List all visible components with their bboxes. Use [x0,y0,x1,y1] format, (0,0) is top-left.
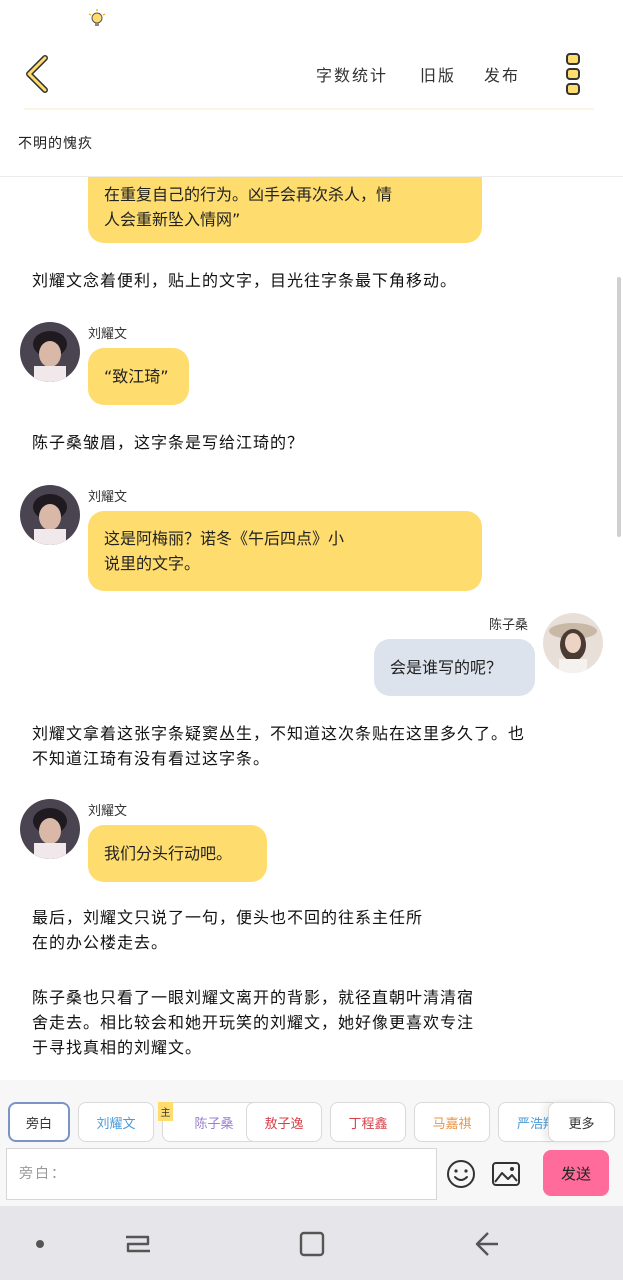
story-title: 不明的愧疚 [18,136,93,152]
narration-text: 刘耀文念着便利，贴上的文字，目光往字条最下角移动。 [32,271,458,290]
narration-text: 最后，刘耀文只说了一句，便头也不回的往系主任所 在的办公楼走去。 [32,908,424,952]
avatar-liu-yaowen[interactable] [20,322,80,382]
publish-button[interactable]: 发布 [484,62,520,86]
status-bar [0,0,623,36]
speaker-name: 刘耀文 [88,490,128,505]
lightbulb-icon [88,9,106,26]
character-chip-ao-ziyi[interactable]: 敖子逸 [246,1102,322,1142]
word-count-button[interactable]: 字数统计 [316,62,388,86]
input-row: 发送 [0,1146,623,1206]
vertical-dots-icon[interactable] [560,52,586,96]
image-icon[interactable] [490,1158,522,1190]
message-bubble: “致江琦” [88,348,189,405]
narration-text: 陈子桑也只看了一眼刘耀文离开的背影，就径直朝叶清清宿 舍走去。相比较会和她开玩笑… [32,988,475,1057]
old-version-button[interactable]: 旧版 [420,62,456,86]
recent-apps-icon[interactable] [118,1224,158,1264]
character-chip-ma-jiaqi[interactable]: 马嘉祺 [414,1102,490,1142]
message-bubble: 我们分头行动吧。 [88,825,267,882]
header-divider [24,108,594,110]
avatar-chen-zisang[interactable] [543,613,603,673]
message-bubble: 在重复自己的行为。凶手会再次杀人，情 人会重新坠入情网” [88,177,482,243]
smiley-icon[interactable] [445,1158,477,1190]
message-bubble: 这是阿梅丽？诺冬《午后四点》小 说里的文字。 [88,511,482,591]
speaker-name: 刘耀文 [88,804,128,819]
chat-area[interactable]: 在重复自己的行为。凶手会再次杀人，情 人会重新坠入情网” 刘耀文念着便利，贴上的… [0,177,623,1080]
scrollbar[interactable] [617,277,621,537]
message-input[interactable] [6,1148,437,1200]
character-chip-ding-chengxin[interactable]: 丁程鑫 [330,1102,406,1142]
speaker-name: 陈子桑 [489,618,529,633]
narration-text: 刘耀文拿着这张字条疑窦丛生，不知道这次条贴在这里多久了。也 不知道江琦有没有看过… [32,724,526,768]
character-chip-narrator[interactable]: 旁白 [8,1102,70,1142]
avatar-liu-yaowen[interactable] [20,799,80,859]
main-character-tag: 主 [158,1102,173,1121]
system-nav-bar [0,1206,623,1280]
avatar-liu-yaowen[interactable] [20,485,80,545]
character-chip-liu-yaowen[interactable]: 刘耀文 [78,1102,154,1142]
speaker-name: 刘耀文 [88,327,128,342]
home-icon[interactable] [292,1224,332,1264]
top-toolbar: 字数统计 旧版 发布 [0,36,623,110]
message-bubble: 会是谁写的呢？ [374,639,535,696]
narration-text: 陈子桑皱眉，这字条是写给江琦的？ [32,433,305,452]
dot-icon[interactable] [20,1224,60,1264]
chevron-left-icon[interactable] [18,52,58,96]
back-arrow-icon[interactable] [466,1224,506,1264]
character-bar: 旁白 刘耀文 陈子桑 主 敖子逸 丁程鑫 马嘉祺 严浩翔 更多 [0,1080,623,1146]
send-button[interactable]: 发送 [543,1150,609,1196]
more-characters-button[interactable]: 更多 [548,1102,615,1142]
